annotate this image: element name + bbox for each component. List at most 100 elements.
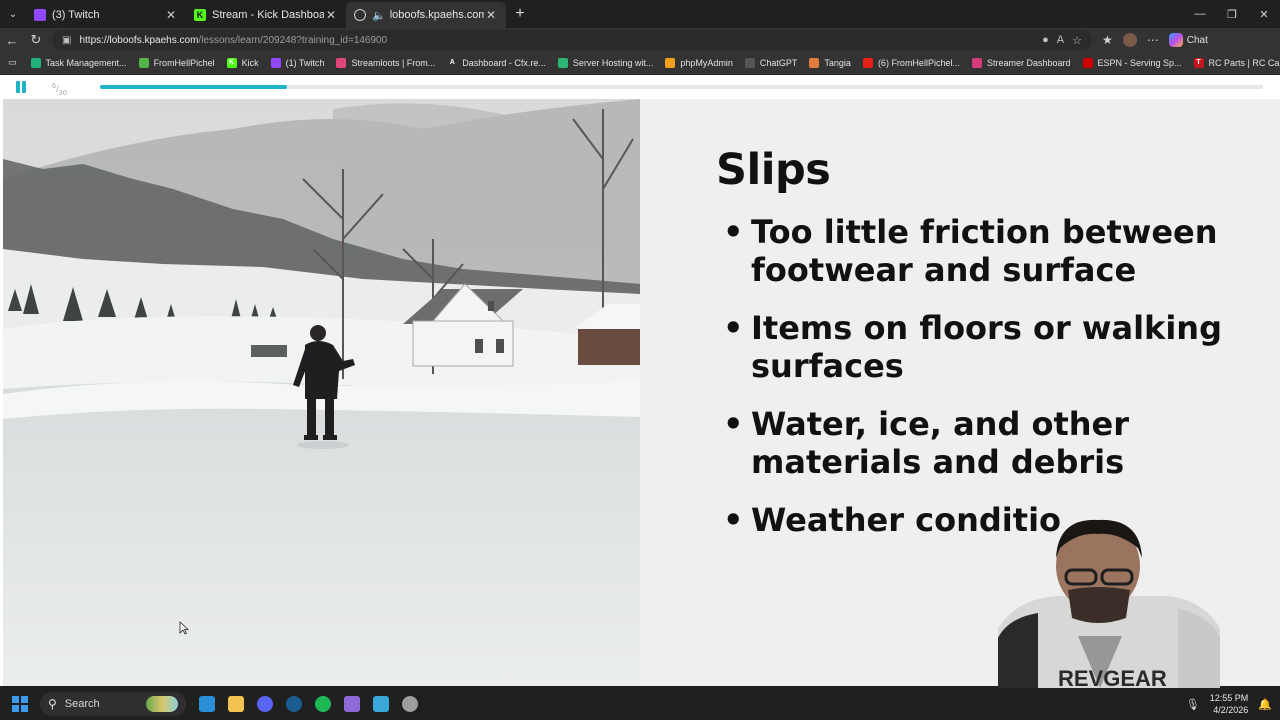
bookmark-favicon-icon: [665, 57, 676, 68]
bookmark-item[interactable]: Streamloots | From...: [330, 57, 441, 68]
bookmark-label: ChatGPT: [759, 57, 798, 68]
search-icon: ⚲: [48, 697, 57, 711]
bookmark-item[interactable]: Tangia: [803, 57, 857, 68]
bookmark-list: Task Management... FromHellPichel K Kick (1)…: [25, 57, 1280, 68]
kick-icon: K: [194, 9, 206, 21]
bookmark-label: RC Parts | RC Car P...: [1208, 57, 1280, 68]
bookmark-label: (6) FromHellPichel...: [877, 57, 960, 68]
svg-text:REVGEAR: REVGEAR: [1058, 666, 1167, 688]
bookmark-label: Streamloots | From...: [351, 57, 436, 68]
bookmark-item[interactable]: Streamer Dashboard: [966, 57, 1077, 68]
window-controls: — ❐ ✕: [1184, 0, 1280, 28]
notifications-bell-icon[interactable]: 🔔: [1258, 698, 1272, 711]
copilot-chat-button[interactable]: Chat: [1168, 33, 1208, 47]
winter-ice-photo: [3, 99, 640, 686]
slide-title: Slips: [716, 145, 831, 195]
bookmark-item[interactable]: ChatGPT: [739, 57, 804, 68]
bullet-item: Water, ice, and other materials and debr…: [723, 405, 1243, 481]
bookmark-label: Tangia: [824, 57, 851, 68]
tab-title: Stream - Kick Dashboard: [212, 9, 324, 21]
restore-icon[interactable]: ❐: [1216, 0, 1248, 28]
bookmark-item[interactable]: T RC Parts | RC Car P...: [1188, 57, 1280, 68]
bookmark-label: FromHellPichel: [153, 57, 215, 68]
bookmark-favicon-icon: [1082, 57, 1093, 68]
edge-icon: [198, 696, 215, 712]
bookmark-favicon-icon: A: [447, 57, 458, 68]
tracking-prevention-icon[interactable]: ●: [1042, 34, 1049, 46]
bookmark-favicon-icon: [809, 57, 820, 68]
webcam-overlay: REVGEAR: [998, 518, 1220, 688]
twitch-icon: [34, 9, 46, 21]
bookmark-item[interactable]: ESPN - Serving Sp...: [1077, 57, 1188, 68]
steam-icon: [285, 696, 302, 712]
bookmarks-menu-icon[interactable]: ▭: [6, 57, 25, 68]
windows-logo-icon: [12, 696, 28, 712]
new-tab-button[interactable]: +: [506, 5, 534, 23]
app-diamond-icon: [372, 696, 389, 712]
bookmark-label: Streamer Dashboard: [986, 57, 1071, 68]
favorite-star-icon[interactable]: ☆: [1072, 34, 1082, 47]
close-tab-icon[interactable]: ✕: [484, 8, 498, 22]
speaker-icon[interactable]: 🔈: [372, 9, 386, 22]
taskbar-app[interactable]: [192, 688, 221, 720]
taskbar-app[interactable]: [337, 688, 366, 720]
profile-avatar[interactable]: [1122, 33, 1137, 47]
microphone-icon[interactable]: 🎙: [1186, 698, 1200, 711]
chat-label: Chat: [1186, 34, 1208, 46]
taskbar-apps: [192, 688, 424, 720]
bookmark-item[interactable]: (6) FromHellPichel...: [857, 57, 966, 68]
url-path: /lessons/learn/209248?training_id=146900: [198, 34, 388, 46]
bookmark-item[interactable]: A Dashboard - Cfx.re...: [441, 57, 552, 68]
tab-lesson[interactable]: 🔈 loboofs.kpaehs.com/lessons/l ✕: [346, 2, 506, 28]
file-explorer-icon: [227, 696, 244, 712]
slide-counter: 6/30: [52, 81, 68, 97]
taskbar-app[interactable]: [250, 688, 279, 720]
tab-kick-dashboard[interactable]: K Stream - Kick Dashboard ✕: [186, 2, 346, 28]
bookmark-item[interactable]: (1) Twitch: [265, 57, 331, 68]
taskbar-app[interactable]: [221, 688, 250, 720]
bookmark-label: ESPN - Serving Sp...: [1097, 57, 1182, 68]
bookmarks-bar: ▭ Task Management... FromHellPichel K Kick (…: [0, 52, 1280, 74]
slide-bullets: Too little friction between footwear and…: [723, 213, 1243, 561]
close-tab-icon[interactable]: ✕: [324, 8, 338, 22]
tab-title: (3) Twitch: [52, 9, 100, 21]
bookmark-favicon-icon: [30, 57, 41, 68]
site-info-icon[interactable]: ▣: [62, 35, 71, 46]
close-window-icon[interactable]: ✕: [1248, 0, 1280, 28]
bookmark-item[interactable]: Server Hosting wit...: [552, 57, 660, 68]
favorites-icon[interactable]: ★: [1102, 33, 1113, 47]
bookmark-label: (1) Twitch: [285, 57, 325, 68]
pause-icon[interactable]: [14, 80, 28, 94]
lesson-progress-bar: [100, 85, 1263, 89]
tab-actions-chevron-icon[interactable]: ⌄: [0, 0, 26, 28]
windows-start-button[interactable]: [0, 688, 40, 720]
minimize-icon[interactable]: —: [1184, 0, 1216, 28]
more-menu-icon[interactable]: ⋯: [1147, 33, 1159, 47]
bookmark-label: Dashboard - Cfx.re...: [462, 57, 546, 68]
bookmark-item[interactable]: Task Management...: [25, 57, 133, 68]
bookmark-item[interactable]: phpMyAdmin: [659, 57, 739, 68]
taskbar-search[interactable]: ⚲ Search: [40, 692, 186, 716]
url-host: https://loboofs.kpaehs.com: [79, 34, 199, 46]
address-bar-row: ← ↻ ▣ https://loboofs.kpaehs.com/lessons…: [0, 28, 1280, 52]
bookmark-item[interactable]: FromHellPichel: [133, 57, 221, 68]
system-tray: 🎙 12:55 PM 4/2/2026 🔔: [1186, 688, 1280, 720]
clock-time: 12:55 PM: [1209, 693, 1249, 703]
tab-twitch[interactable]: (3) Twitch ✕: [26, 2, 186, 28]
taskbar-app[interactable]: [279, 688, 308, 720]
taskbar-app[interactable]: [395, 688, 424, 720]
read-aloud-icon[interactable]: A: [1057, 34, 1064, 46]
taskbar-app[interactable]: [308, 688, 337, 720]
bookmark-item[interactable]: K Kick: [221, 57, 265, 68]
taskbar-clock[interactable]: 12:55 PM 4/2/2026: [1210, 692, 1249, 716]
back-arrow-icon[interactable]: ←: [0, 33, 24, 48]
search-highlight-image: [146, 696, 178, 712]
address-bar[interactable]: ▣ https://loboofs.kpaehs.com/lessons/lea…: [52, 30, 1092, 50]
bookmark-favicon-icon: [138, 57, 149, 68]
taskbar-app[interactable]: [366, 688, 395, 720]
close-tab-icon[interactable]: ✕: [164, 8, 178, 22]
reload-icon[interactable]: ↻: [24, 32, 48, 48]
bookmark-favicon-icon: K: [226, 57, 237, 68]
spotify-icon: [314, 696, 331, 712]
bookmark-favicon-icon: [557, 57, 568, 68]
